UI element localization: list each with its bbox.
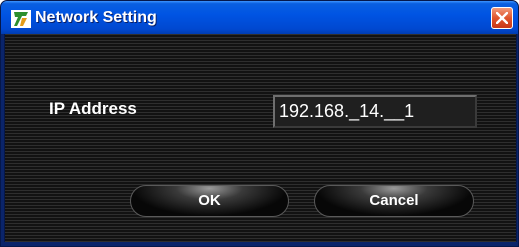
close-icon xyxy=(496,12,508,24)
window-title: Network Setting xyxy=(35,9,157,26)
title-bar[interactable]: Network Setting xyxy=(1,1,518,34)
close-button[interactable] xyxy=(491,7,513,29)
app-icon xyxy=(11,10,31,28)
network-setting-dialog: Network Setting IP Address 192.168._14._… xyxy=(0,0,519,247)
ip-address-label: IP Address xyxy=(49,99,137,118)
ip-address-field[interactable]: 192.168._14.__1 xyxy=(273,95,477,128)
ok-button[interactable]: OK xyxy=(130,185,289,217)
dialog-body: IP Address 192.168._14.__1 OK Cancel xyxy=(4,34,517,242)
cancel-button[interactable]: Cancel xyxy=(314,185,474,217)
